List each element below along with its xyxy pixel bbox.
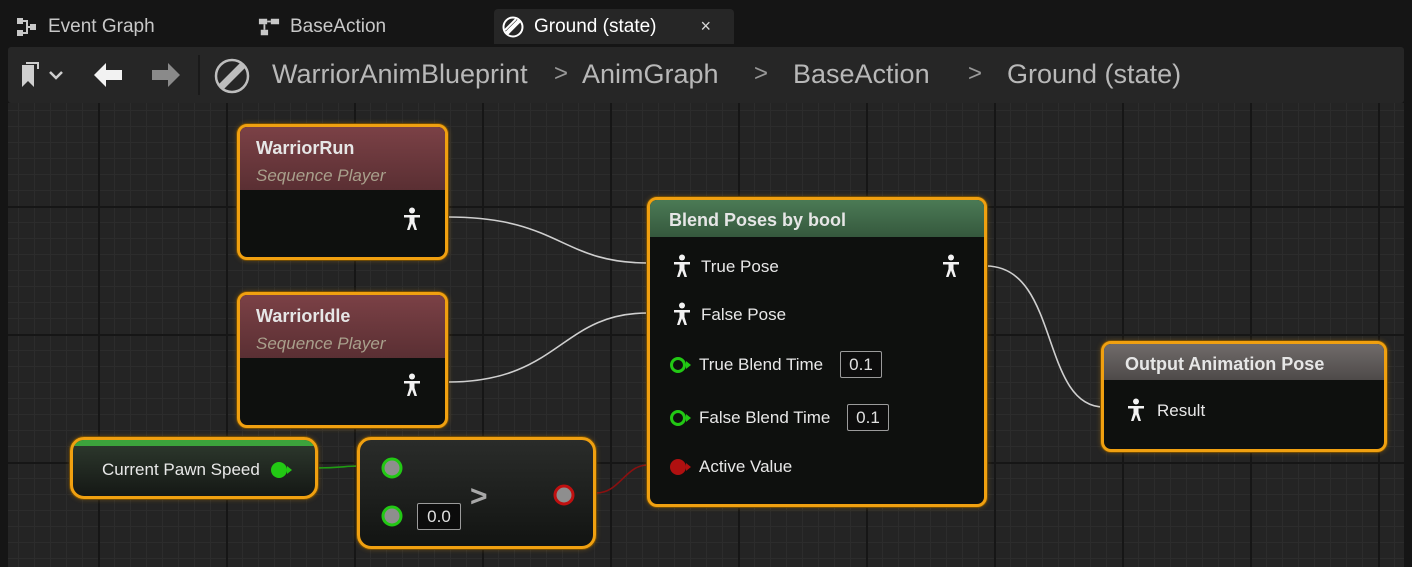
toolbar-divider: [198, 55, 200, 95]
tab-ground-state[interactable]: Ground (state) ×: [494, 9, 734, 44]
pose-input-pin-icon[interactable]: [672, 254, 692, 283]
variable-label: Current Pawn Speed: [102, 460, 260, 479]
tab-bar: Event Graph BaseAction Ground (state) ×: [0, 0, 1412, 47]
node-title: WarriorRun: [256, 138, 355, 158]
float-input-pin-icon[interactable]: [669, 408, 693, 433]
node-title: Blend Poses by bool: [669, 210, 847, 230]
node-title: Output Animation Pose: [1125, 354, 1325, 374]
breadcrumb-chevron-icon: >: [554, 60, 569, 87]
pose-input-pin-icon[interactable]: [672, 302, 692, 331]
tab-label: Ground (state): [534, 15, 657, 37]
pose-output-pin-icon[interactable]: [402, 207, 422, 236]
true-pose-label: True Pose: [701, 257, 779, 276]
false-blend-time-input[interactable]: 0.1: [847, 404, 889, 431]
close-icon[interactable]: ×: [701, 16, 712, 37]
node-blend-poses-by-bool[interactable]: Blend Poses by bool True Pose False Pose…: [647, 197, 987, 507]
node-warrior-run[interactable]: WarriorRun Sequence Player: [237, 124, 448, 260]
node-greater-than[interactable]: 0.0 >: [357, 437, 596, 549]
result-label: Result: [1157, 401, 1206, 420]
back-arrow-icon[interactable]: [92, 61, 124, 89]
breadcrumb-item[interactable]: Ground (state): [1007, 59, 1181, 90]
float-input-pin-icon[interactable]: [669, 355, 693, 380]
pose-output-pin-icon[interactable]: [402, 373, 422, 402]
true-blend-time-label: True Blend Time: [699, 355, 824, 374]
breadcrumb-item[interactable]: BaseAction: [793, 59, 930, 90]
blueprint-editor: Event Graph BaseAction Ground (state) ×: [0, 0, 1412, 567]
breadcrumb-item[interactable]: WarriorAnimBlueprint: [272, 59, 528, 90]
event-graph-icon: [16, 16, 38, 38]
breadcrumb-item[interactable]: AnimGraph: [582, 59, 719, 90]
pose-input-pin-icon[interactable]: [1126, 398, 1146, 427]
tab-label: BaseAction: [290, 15, 387, 37]
bool-output-pin-icon[interactable]: [553, 484, 575, 511]
forward-arrow-icon[interactable]: [150, 61, 182, 89]
breadcrumb-chevron-icon: >: [754, 60, 769, 87]
operator-label: >: [470, 480, 488, 513]
node-current-pawn-speed[interactable]: Current Pawn Speed: [70, 437, 318, 499]
node-header: [73, 440, 315, 446]
state-machine-icon: [258, 16, 280, 38]
node-subtitle: Sequence Player: [256, 166, 386, 185]
tab-label: Event Graph: [48, 15, 155, 37]
false-pose-label: False Pose: [701, 305, 787, 324]
float-input-pin-icon[interactable]: [381, 505, 403, 532]
true-blend-time-input[interactable]: 0.1: [840, 351, 882, 378]
float-input-pin-icon[interactable]: [381, 457, 403, 484]
tab-event-graph[interactable]: Event Graph: [16, 9, 155, 44]
node-subtitle: Sequence Player: [256, 334, 386, 353]
state-graph-icon: [214, 58, 250, 94]
bookmark-dropdown-button[interactable]: [20, 61, 68, 89]
node-warrior-idle[interactable]: WarriorIdle Sequence Player: [237, 292, 448, 428]
compare-value-input[interactable]: 0.0: [417, 503, 461, 530]
pose-output-pin-icon[interactable]: [941, 254, 961, 283]
node-title: WarriorIdle: [256, 306, 351, 326]
breadcrumb-chevron-icon: >: [968, 60, 983, 87]
node-output-animation-pose[interactable]: Output Animation Pose Result: [1101, 341, 1387, 452]
breadcrumb-bar: WarriorAnimBlueprint > AnimGraph > BaseA…: [8, 47, 1404, 103]
active-value-label: Active Value: [699, 457, 793, 476]
false-blend-time-label: False Blend Time: [699, 408, 831, 427]
tab-base-action[interactable]: BaseAction: [258, 9, 386, 44]
state-icon: [502, 16, 524, 38]
bool-input-pin-icon[interactable]: [669, 458, 693, 481]
float-output-pin-icon[interactable]: [269, 460, 293, 485]
